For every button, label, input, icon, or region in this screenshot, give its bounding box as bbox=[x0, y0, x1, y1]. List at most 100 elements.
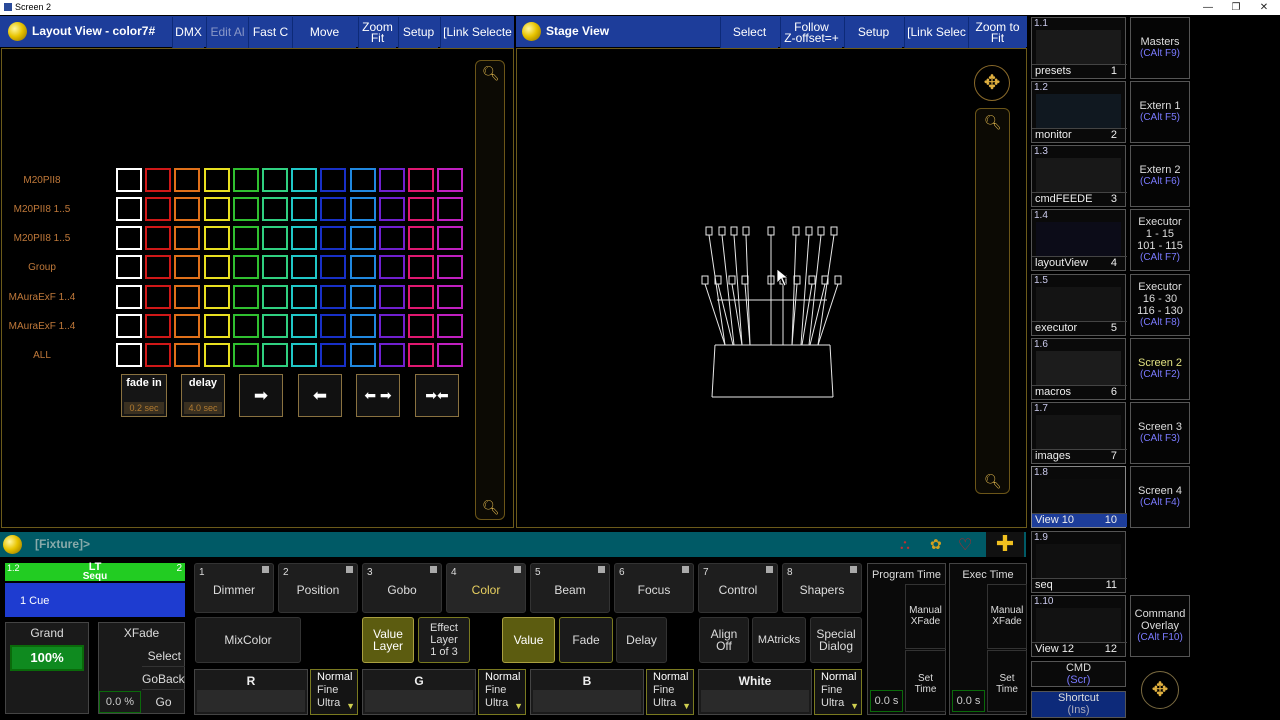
grand-master[interactable]: Grand 100% bbox=[5, 622, 89, 714]
layout-header-button[interactable]: Move bbox=[292, 17, 356, 48]
fixture-cell[interactable] bbox=[174, 314, 201, 338]
layout-view-ball-icon[interactable] bbox=[8, 22, 27, 41]
fixture-cell[interactable] bbox=[437, 255, 464, 279]
fixture-cell[interactable] bbox=[408, 285, 434, 309]
fixture-cell[interactable] bbox=[145, 285, 172, 309]
command-ball-icon[interactable] bbox=[3, 535, 22, 554]
fixture-cell[interactable] bbox=[378, 168, 405, 192]
fixture-cell[interactable] bbox=[408, 197, 434, 221]
fixture-cell[interactable] bbox=[232, 285, 259, 309]
sidebar-button[interactable]: Screen 3 (CAlt F3) bbox=[1130, 402, 1190, 464]
zoom-icon[interactable]: 🔍︎ bbox=[984, 114, 1002, 130]
fixture-cell[interactable] bbox=[408, 255, 434, 279]
fixture-cell[interactable] bbox=[145, 226, 172, 250]
fixture-cell[interactable] bbox=[116, 314, 142, 338]
effect-layer-button[interactable]: Effect Layer 1 of 3 bbox=[418, 617, 470, 663]
layout-header-button[interactable]: [Link Selecte bbox=[440, 17, 514, 48]
fixtures-icon[interactable]: ✿ bbox=[930, 536, 942, 553]
fixture-cell[interactable] bbox=[174, 168, 201, 192]
select-button[interactable]: Select bbox=[142, 645, 185, 667]
layout-view-scrollbar[interactable] bbox=[475, 60, 505, 520]
fade-in-box[interactable]: fade in 0.2 sec bbox=[121, 374, 167, 417]
sidebar-button[interactable]: Executor 16 - 30 116 - 130 (CAlt F8) bbox=[1130, 274, 1190, 336]
fixture-cell[interactable] bbox=[437, 343, 464, 367]
fixture-cell[interactable] bbox=[232, 314, 259, 338]
fixture-cell[interactable] bbox=[408, 343, 434, 367]
program-manual-xfade[interactable]: Manual XFade bbox=[905, 584, 946, 649]
align-button[interactable]: Align Off bbox=[699, 617, 749, 663]
fixture-cell[interactable] bbox=[116, 226, 142, 250]
fixture-cell[interactable] bbox=[320, 314, 347, 338]
layout-header-button[interactable]: DMX bbox=[172, 17, 204, 48]
viewpool-item[interactable]: 1.3 cmdFEEDE 3 bbox=[1031, 145, 1127, 207]
encoder-white[interactable]: White bbox=[698, 669, 812, 715]
fixture-cell[interactable] bbox=[291, 285, 318, 309]
fixture-cell[interactable] bbox=[291, 314, 318, 338]
fixture-cell[interactable] bbox=[116, 168, 142, 192]
exec-set-time[interactable]: Set Time bbox=[987, 650, 1027, 712]
minimize-icon[interactable]: — bbox=[1196, 0, 1220, 15]
fixture-cell[interactable] bbox=[262, 343, 288, 367]
fixture-cell[interactable] bbox=[232, 226, 259, 250]
fixture-cell[interactable] bbox=[262, 197, 288, 221]
mixcolor-button[interactable]: MixColor bbox=[195, 617, 301, 663]
feature-button[interactable]: 1 Dimmer bbox=[194, 563, 274, 613]
stage-header-button[interactable]: Setup bbox=[844, 17, 902, 48]
executor-header[interactable]: 1.2 LT Sequ 2 bbox=[5, 562, 185, 582]
fixture-cell[interactable] bbox=[203, 285, 230, 309]
fixture-cell[interactable] bbox=[232, 343, 259, 367]
fixture-cell[interactable] bbox=[378, 314, 405, 338]
fixture-cell[interactable] bbox=[262, 255, 288, 279]
fixture-cell[interactable] bbox=[320, 197, 347, 221]
encoder-resolution[interactable]: Normal Fine Ultra ▼ bbox=[646, 669, 694, 715]
feature-button[interactable]: 2 Position bbox=[278, 563, 358, 613]
fixture-cell[interactable] bbox=[437, 197, 464, 221]
fixture-cell[interactable] bbox=[378, 197, 405, 221]
arrow-in-button[interactable]: ➡⬅ bbox=[415, 374, 459, 417]
fixture-cell[interactable] bbox=[437, 314, 464, 338]
add-icon[interactable]: ✚ bbox=[986, 532, 1024, 557]
network-icon[interactable]: ⛬ bbox=[900, 536, 910, 553]
fixture-cell[interactable] bbox=[349, 197, 376, 221]
feature-button[interactable]: 6 Focus bbox=[614, 563, 694, 613]
fixture-cell[interactable] bbox=[145, 168, 172, 192]
arrow-out-button[interactable]: ⬅ ➡ bbox=[356, 374, 400, 417]
sidebar-button[interactable]: Executor 1 - 15 101 - 115 (CAlt F7) bbox=[1130, 209, 1190, 271]
feature-button[interactable]: 3 Gobo bbox=[362, 563, 442, 613]
viewpool-item[interactable]: 1.5 executor 5 bbox=[1031, 274, 1127, 336]
fixture-cell[interactable] bbox=[232, 197, 259, 221]
value-button[interactable]: Value bbox=[502, 617, 555, 663]
fixture-cell[interactable] bbox=[203, 226, 230, 250]
fixture-cell[interactable] bbox=[349, 255, 376, 279]
fixture-cell[interactable] bbox=[232, 168, 259, 192]
viewpool-item[interactable]: 1.2 monitor 2 bbox=[1031, 81, 1127, 143]
fixture-cell[interactable] bbox=[203, 343, 230, 367]
zoom-icon[interactable]: 🔍︎ bbox=[482, 65, 500, 81]
stage-view-ball-icon[interactable] bbox=[522, 22, 541, 41]
stage-header-button[interactable]: [Link Selec bbox=[904, 17, 968, 48]
fixture-cell[interactable] bbox=[174, 343, 201, 367]
fixture-cell[interactable] bbox=[262, 285, 288, 309]
encoder-r[interactable]: R bbox=[194, 669, 308, 715]
feature-button[interactable]: 7 Control bbox=[698, 563, 778, 613]
stage-header-button[interactable]: Zoom to Fit bbox=[968, 17, 1026, 48]
fixture-cell[interactable] bbox=[145, 255, 172, 279]
viewpool-item[interactable]: 1.6 macros 6 bbox=[1031, 338, 1127, 400]
layout-header-button[interactable]: Zoom Fit bbox=[358, 17, 396, 48]
layout-header-button[interactable]: Edit Al bbox=[206, 17, 248, 48]
layout-header-button[interactable]: Setup bbox=[398, 17, 438, 48]
encoder-g[interactable]: G bbox=[362, 669, 476, 715]
fixture-cell[interactable] bbox=[349, 285, 376, 309]
fixture-cell[interactable] bbox=[378, 255, 405, 279]
fixture-cell[interactable] bbox=[203, 168, 230, 192]
value-layer-button[interactable]: Value Layer bbox=[362, 617, 414, 663]
sidebar-button[interactable]: Extern 1 (CAlt F5) bbox=[1130, 81, 1190, 143]
fixture-cell[interactable] bbox=[174, 255, 201, 279]
sidebar-button[interactable]: Screen 2 (CAlt F2) bbox=[1130, 338, 1190, 400]
fixture-cell[interactable] bbox=[291, 255, 318, 279]
command-overlay-button[interactable]: Command Overlay (CAlt F10) bbox=[1130, 595, 1190, 657]
fixture-cell[interactable] bbox=[203, 197, 230, 221]
fixture-cell[interactable] bbox=[437, 226, 464, 250]
delay-box[interactable]: delay 4.0 sec bbox=[181, 374, 225, 417]
zoom-icon[interactable]: 🔍︎ bbox=[984, 473, 1002, 489]
